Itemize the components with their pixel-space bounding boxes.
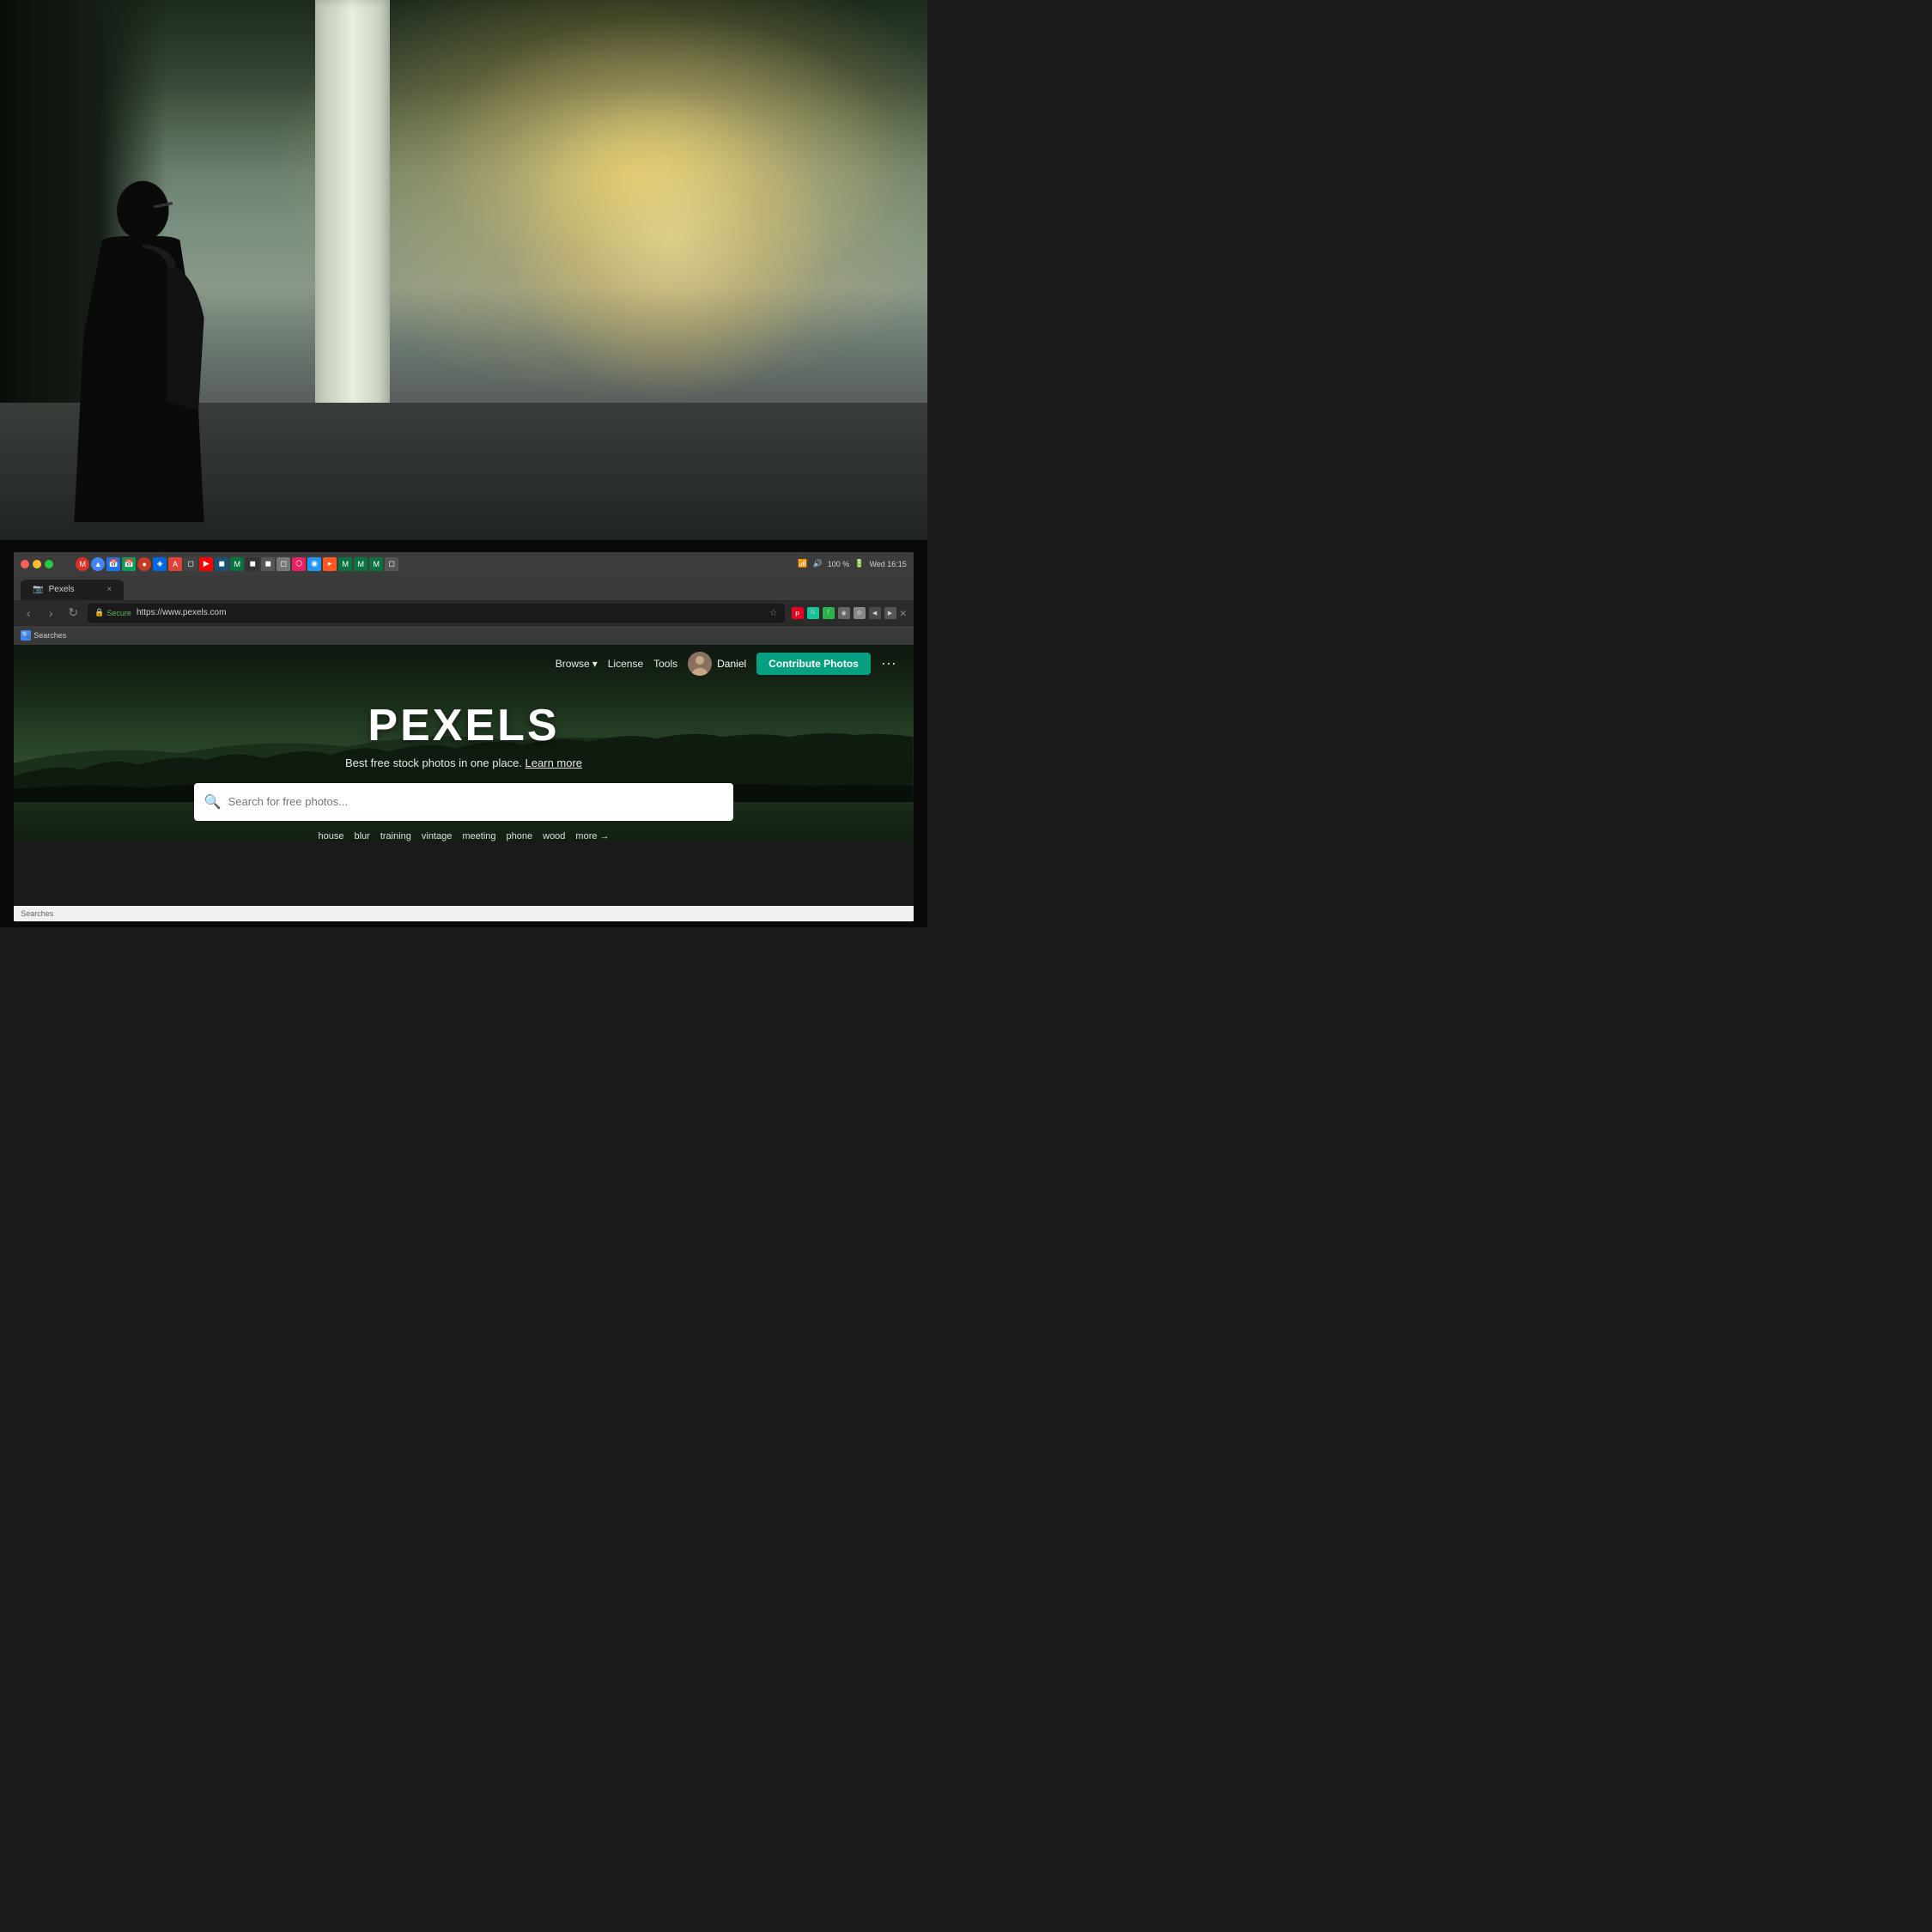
lastpass-icon[interactable]: ●	[137, 557, 151, 571]
tag-house[interactable]: house	[319, 831, 344, 841]
wifi-icon: 📶	[798, 559, 807, 568]
grammarly-icon[interactable]: G	[807, 607, 819, 619]
tag-blur[interactable]: blur	[354, 831, 369, 841]
browse-button[interactable]: Browse ▾	[556, 658, 598, 670]
bookmark-search-icon: 🔍	[21, 630, 31, 641]
browse-label: Browse	[556, 658, 590, 670]
extension11-icon[interactable]: ◻	[385, 557, 398, 571]
more-tags-label: more	[575, 831, 597, 841]
extension6-icon[interactable]: ◼	[261, 557, 275, 571]
close-button[interactable]	[21, 560, 29, 568]
tag-phone[interactable]: phone	[507, 831, 533, 841]
monitor-bezel: M ▲ 📅 📅 ● ◈ A ◻ ▶ ◼ M ◼ ◼ ◻ ⬡ ◉ ▸ M M M	[0, 538, 927, 927]
browser-toolbar-icons: M ▲ 📅 📅 ● ◈ A ◻ ▶ ◼ M ◼ ◼ ◻ ⬡ ◉ ▸ M M M	[70, 552, 794, 576]
google-drive-icon[interactable]: ▲	[91, 557, 105, 571]
browser-titlebar: M ▲ 📅 📅 ● ◈ A ◻ ▶ ◼ M ◼ ◼ ◻ ⬡ ◉ ▸ M M M	[14, 552, 914, 576]
browse-chevron-icon: ▾	[592, 658, 598, 670]
refresh-button[interactable]: ↻	[65, 605, 81, 620]
feedly-icon[interactable]: f	[823, 607, 835, 619]
forward-button[interactable]: ›	[43, 606, 58, 620]
address-bar[interactable]: 🔒 Secure https://www.pexels.com ☆	[88, 604, 784, 623]
tag-training[interactable]: training	[380, 831, 411, 841]
extension4-icon[interactable]: ◼	[215, 557, 228, 571]
extension1-icon[interactable]: ◈	[153, 557, 167, 571]
calendar2-icon[interactable]: 📅	[122, 557, 136, 571]
search-icon: 🔍	[204, 793, 222, 811]
tab-bar: 📷 Pexels ×	[14, 576, 914, 600]
user-profile-area: Daniel	[688, 652, 746, 676]
extension7-icon[interactable]: ◻	[276, 557, 290, 571]
monitor-screen: M ▲ 📅 📅 ● ◈ A ◻ ▶ ◼ M ◼ ◼ ◻ ⬡ ◉ ▸ M M M	[14, 552, 914, 921]
hero-text-section: PEXELS Best free stock photos in one pla…	[14, 700, 914, 769]
more-tags-button[interactable]: more →	[575, 831, 609, 841]
window-glow	[510, 86, 835, 402]
minimize-button[interactable]	[33, 560, 41, 568]
url-display: https://www.pexels.com	[137, 608, 226, 617]
tag-wood[interactable]: wood	[543, 831, 565, 841]
close-tab-icon[interactable]: ×	[900, 606, 907, 620]
extension3-icon[interactable]: ◻	[184, 557, 197, 571]
extension10-icon[interactable]: ▸	[323, 557, 337, 571]
learn-more-link[interactable]: Learn more	[526, 756, 582, 769]
time-display: Wed 16:15	[869, 560, 906, 568]
medium4-icon[interactable]: M	[369, 557, 383, 571]
address-bar-icons: 𝗽 G f ◉ ⚙ ◀ ▶ ×	[792, 606, 907, 620]
tag-vintage[interactable]: vintage	[422, 831, 452, 841]
pexels-subtitle: Best free stock photos in one place. Lea…	[345, 756, 582, 769]
search-box[interactable]: 🔍	[194, 783, 734, 821]
extension8-icon[interactable]: ⬡	[292, 557, 306, 571]
subtitle-text: Best free stock photos in one place.	[345, 756, 522, 769]
tools-button[interactable]: Tools	[653, 658, 677, 670]
browser-tab[interactable]: 📷 Pexels ×	[21, 580, 124, 600]
bookmark-searches-label: Searches	[33, 631, 66, 640]
system-controls: 📶 🔊 100 % 🔋 Wed 16:15	[798, 559, 907, 568]
extension-icon-2[interactable]: ⚙	[854, 607, 866, 619]
license-button[interactable]: License	[608, 658, 643, 670]
medium2-icon[interactable]: M	[338, 557, 352, 571]
pexels-website: Browse ▾ License Tools	[14, 645, 914, 841]
youtube-icon[interactable]: ▶	[199, 557, 213, 571]
browser-status-bar: Searches	[14, 906, 914, 921]
search-section: 🔍 house blur training vintage meeting ph…	[14, 769, 914, 841]
extension-icon-4[interactable]: ▶	[884, 607, 896, 619]
pexels-hero: Browse ▾ License Tools	[14, 645, 914, 841]
extension5-icon[interactable]: ◼	[246, 557, 259, 571]
volume-icon: 🔊	[812, 559, 822, 568]
office-scene	[0, 0, 927, 575]
address-bar-row: ‹ › ↻ 🔒 Secure https://www.pexels.com ☆ …	[14, 600, 914, 626]
quick-tags: house blur training vintage meeting phon…	[319, 831, 610, 841]
battery-icon: 🔋	[854, 559, 864, 568]
gmail-icon[interactable]: M	[76, 557, 89, 571]
pexels-title: PEXELS	[368, 700, 559, 751]
person-silhouette	[46, 173, 232, 575]
tab-favicon: 📷	[33, 585, 43, 594]
tab-close-icon[interactable]: ×	[106, 585, 112, 594]
pexels-nav: Browse ▾ License Tools	[14, 645, 914, 683]
calendar-icon[interactable]: 📅	[106, 557, 120, 571]
extension9-icon[interactable]: ◉	[307, 557, 321, 571]
pinterest-icon[interactable]: 𝗽	[792, 607, 804, 619]
medium3-icon[interactable]: M	[354, 557, 368, 571]
extension2-icon[interactable]: A	[168, 557, 182, 571]
contribute-photos-button[interactable]: Contribute Photos	[756, 653, 871, 675]
bookmark-searches[interactable]: 🔍 Searches	[21, 630, 66, 641]
medium-icon[interactable]: M	[230, 557, 244, 571]
search-input[interactable]	[228, 795, 724, 808]
bookmark-star-icon[interactable]: ☆	[769, 607, 778, 618]
back-button[interactable]: ‹	[21, 606, 36, 620]
maximize-button[interactable]	[45, 560, 53, 568]
user-avatar[interactable]	[688, 652, 712, 676]
extension-icon-1[interactable]: ◉	[838, 607, 850, 619]
tag-meeting[interactable]: meeting	[462, 831, 495, 841]
zoom-level: 100 %	[828, 560, 850, 568]
user-name-label: Daniel	[717, 658, 746, 670]
bookmarks-toolbar: 🔍 Searches	[14, 626, 914, 645]
more-tags-arrow-icon: →	[599, 831, 609, 841]
extension-icon-3[interactable]: ◀	[869, 607, 881, 619]
secure-badge: 🔒 Secure	[94, 608, 131, 617]
traffic-lights	[21, 560, 53, 568]
status-text: Searches	[21, 909, 53, 918]
more-options-button[interactable]: ···	[881, 654, 896, 672]
tab-title: Pexels	[49, 585, 75, 594]
